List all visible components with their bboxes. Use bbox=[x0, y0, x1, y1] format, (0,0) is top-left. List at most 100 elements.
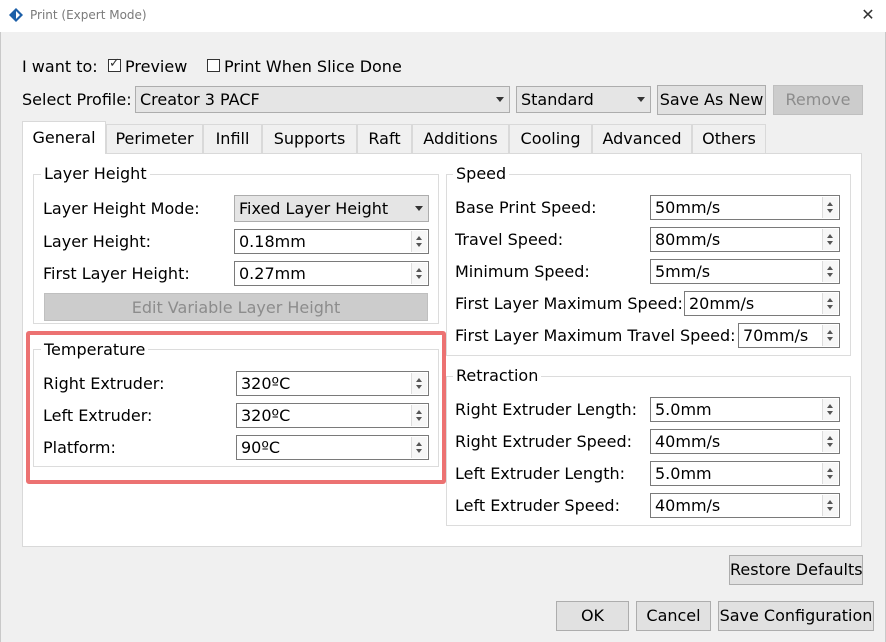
first-layer-max-travel-speed-spinbox[interactable]: 70mm/s bbox=[738, 323, 840, 348]
base-print-speed-value: 50mm/s bbox=[655, 198, 721, 217]
base-print-speed-spinbox[interactable]: 50mm/s bbox=[650, 195, 840, 220]
spin-arrows[interactable] bbox=[822, 197, 838, 218]
minimum-speed-value: 5mm/s bbox=[655, 262, 711, 281]
layer-height-value: 0.18mm bbox=[239, 232, 306, 251]
down-arrow-icon[interactable] bbox=[827, 241, 833, 245]
tab-infill[interactable]: Infill bbox=[203, 124, 262, 153]
mode-label: I want to: bbox=[22, 57, 98, 76]
up-arrow-icon[interactable] bbox=[827, 266, 833, 270]
up-arrow-icon[interactable] bbox=[827, 330, 833, 334]
first-layer-max-speed-label: First Layer Maximum Speed: bbox=[455, 294, 683, 313]
first-layer-height-value: 0.27mm bbox=[239, 264, 306, 283]
up-arrow-icon[interactable] bbox=[416, 268, 422, 272]
edit-variable-layer-height-button[interactable]: Edit Variable Layer Height bbox=[44, 293, 428, 321]
up-arrow-icon[interactable] bbox=[827, 234, 833, 238]
left-extruder-length-spinbox[interactable]: 5.0mm bbox=[650, 461, 840, 486]
quality-select[interactable]: Standard bbox=[516, 86, 651, 113]
up-arrow-icon[interactable] bbox=[827, 500, 833, 504]
down-arrow-icon[interactable] bbox=[827, 411, 833, 415]
speed-title: Speed bbox=[453, 164, 510, 183]
preview-label[interactable]: Preview bbox=[125, 57, 187, 76]
down-arrow-icon[interactable] bbox=[827, 475, 833, 479]
left-extruder-speed-spinbox[interactable]: 40mm/s bbox=[650, 493, 840, 518]
chevron-down-icon bbox=[637, 97, 645, 102]
tab-others[interactable]: Others bbox=[692, 124, 766, 153]
retraction-title: Retraction bbox=[453, 366, 542, 385]
save-as-new-button[interactable]: Save As New bbox=[657, 85, 766, 115]
right-extruder-length-value: 5.0mm bbox=[655, 400, 712, 419]
layer-height-spinbox[interactable]: 0.18mm bbox=[234, 229, 429, 254]
left-extruder-speed-value: 40mm/s bbox=[655, 496, 721, 515]
right-extruder-speed-spinbox[interactable]: 40mm/s bbox=[650, 429, 840, 454]
title-bar: Print (Expert Mode) ✕ bbox=[0, 0, 886, 32]
print-when-done-checkbox[interactable] bbox=[207, 59, 220, 72]
left-extruder-length-value: 5.0mm bbox=[655, 464, 712, 483]
first-layer-max-speed-spinbox[interactable]: 20mm/s bbox=[684, 291, 840, 316]
first-layer-max-travel-speed-label: First Layer Maximum Travel Speed: bbox=[455, 326, 736, 345]
up-arrow-icon[interactable] bbox=[416, 236, 422, 240]
right-extruder-length-spinbox[interactable]: 5.0mm bbox=[650, 397, 840, 422]
spin-arrows[interactable] bbox=[822, 399, 838, 420]
up-arrow-icon[interactable] bbox=[827, 436, 833, 440]
up-arrow-icon[interactable] bbox=[827, 468, 833, 472]
down-arrow-icon[interactable] bbox=[827, 209, 833, 213]
minimum-speed-spinbox[interactable]: 5mm/s bbox=[650, 259, 840, 284]
save-configuration-button[interactable]: Save Configuration bbox=[718, 601, 874, 631]
minimum-speed-label: Minimum Speed: bbox=[455, 262, 590, 281]
cancel-button[interactable]: Cancel bbox=[636, 601, 711, 631]
left-extruder-length-label: Left Extruder Length: bbox=[455, 464, 625, 483]
down-arrow-icon[interactable] bbox=[827, 337, 833, 341]
down-arrow-icon[interactable] bbox=[827, 507, 833, 511]
layer-height-label: Layer Height: bbox=[43, 232, 151, 251]
up-arrow-icon[interactable] bbox=[827, 298, 833, 302]
spin-arrows[interactable] bbox=[822, 229, 838, 250]
tab-raft[interactable]: Raft bbox=[357, 124, 412, 153]
spin-arrows[interactable] bbox=[822, 495, 838, 516]
layer-height-title: Layer Height bbox=[41, 164, 150, 183]
window-title: Print (Expert Mode) bbox=[30, 8, 147, 22]
spin-arrows[interactable] bbox=[411, 231, 427, 252]
spin-arrows[interactable] bbox=[822, 431, 838, 452]
layer-height-mode-select[interactable]: Fixed Layer Height bbox=[234, 195, 429, 222]
layer-height-mode-value: Fixed Layer Height bbox=[239, 199, 389, 218]
travel-speed-label: Travel Speed: bbox=[455, 230, 564, 249]
tab-general[interactable]: General bbox=[22, 121, 106, 154]
spin-arrows[interactable] bbox=[411, 263, 427, 284]
down-arrow-icon[interactable] bbox=[827, 443, 833, 447]
ok-button[interactable]: OK bbox=[556, 601, 629, 631]
layer-height-mode-label: Layer Height Mode: bbox=[43, 199, 200, 218]
down-arrow-icon[interactable] bbox=[827, 305, 833, 309]
up-arrow-icon[interactable] bbox=[827, 202, 833, 206]
tab-advanced[interactable]: Advanced bbox=[592, 124, 692, 153]
quality-select-value: Standard bbox=[521, 90, 594, 109]
remove-button[interactable]: Remove bbox=[773, 85, 863, 115]
preview-checkbox[interactable] bbox=[108, 56, 121, 72]
restore-defaults-button[interactable]: Restore Defaults bbox=[729, 555, 863, 585]
profile-select[interactable]: Creator 3 PACF bbox=[135, 86, 510, 113]
travel-speed-value: 80mm/s bbox=[655, 230, 721, 249]
tab-additions[interactable]: Additions bbox=[412, 124, 509, 153]
spin-arrows[interactable] bbox=[822, 463, 838, 484]
print-when-done-label[interactable]: Print When Slice Done bbox=[224, 57, 402, 76]
spin-arrows[interactable] bbox=[822, 293, 838, 314]
down-arrow-icon[interactable] bbox=[416, 243, 422, 247]
select-profile-label: Select Profile: bbox=[22, 90, 132, 109]
tab-cooling[interactable]: Cooling bbox=[509, 124, 592, 153]
profile-select-value: Creator 3 PACF bbox=[140, 90, 260, 109]
tab-supports[interactable]: Supports bbox=[262, 124, 357, 153]
app-icon bbox=[9, 8, 23, 22]
left-extruder-speed-label: Left Extruder Speed: bbox=[455, 496, 620, 515]
first-layer-height-label: First Layer Height: bbox=[43, 264, 190, 283]
right-extruder-speed-value: 40mm/s bbox=[655, 432, 721, 451]
spin-arrows[interactable] bbox=[822, 261, 838, 282]
close-icon[interactable]: ✕ bbox=[860, 5, 876, 24]
chevron-down-icon bbox=[496, 97, 504, 102]
travel-speed-spinbox[interactable]: 80mm/s bbox=[650, 227, 840, 252]
spin-arrows[interactable] bbox=[822, 325, 838, 346]
first-layer-height-spinbox[interactable]: 0.27mm bbox=[234, 261, 429, 286]
down-arrow-icon[interactable] bbox=[827, 273, 833, 277]
base-print-speed-label: Base Print Speed: bbox=[455, 198, 597, 217]
up-arrow-icon[interactable] bbox=[827, 404, 833, 408]
down-arrow-icon[interactable] bbox=[416, 275, 422, 279]
tab-perimeter[interactable]: Perimeter bbox=[106, 124, 203, 153]
